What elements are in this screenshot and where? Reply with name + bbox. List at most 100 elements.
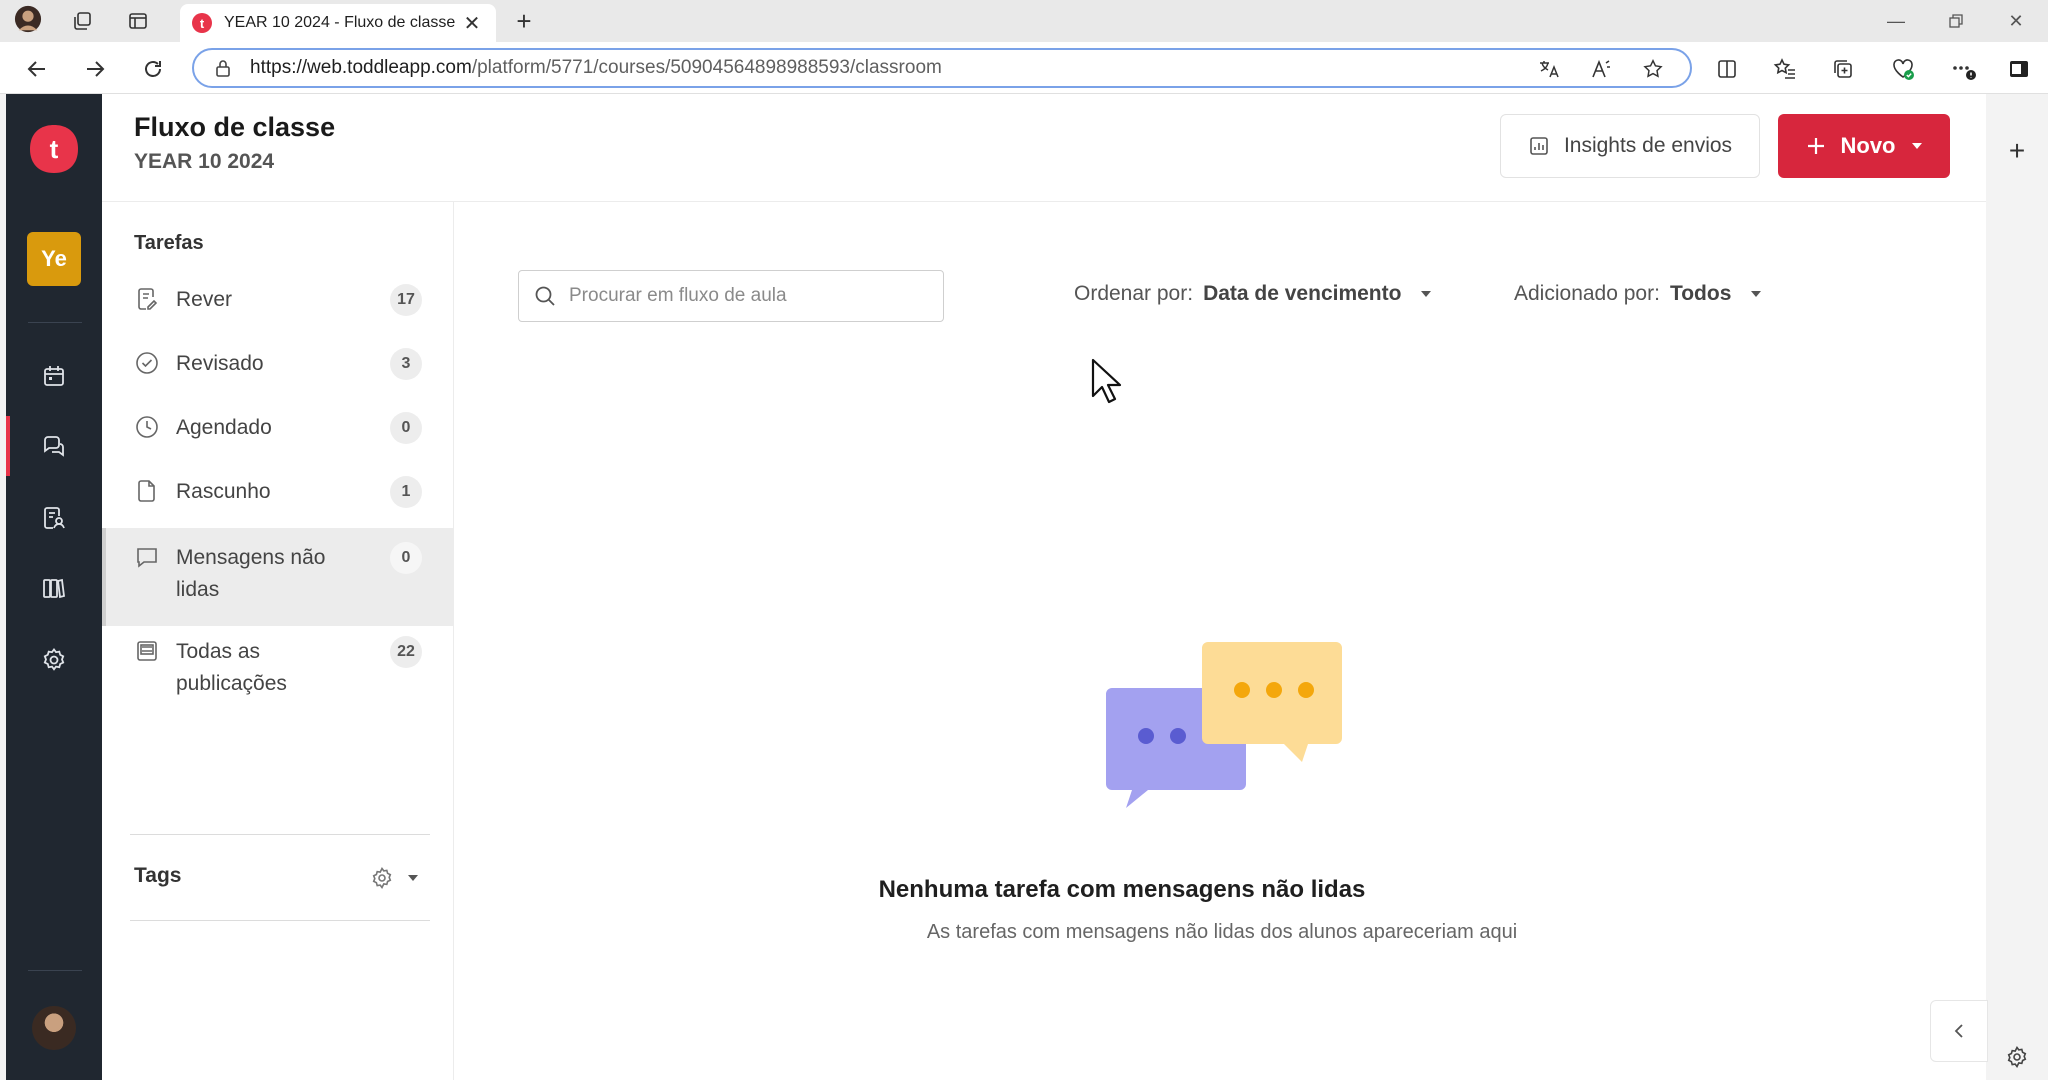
- filter-item-scheduled[interactable]: Agendado 0: [102, 412, 454, 444]
- url-path: /platform/5771/courses/50904564898988593…: [471, 57, 942, 78]
- forward-icon[interactable]: [78, 52, 112, 86]
- sidebar-toggle-icon[interactable]: [2002, 52, 2036, 86]
- plus-icon: [1807, 138, 1824, 154]
- workspaces-icon[interactable]: [68, 8, 96, 34]
- add-sidebar-app-icon[interactable]: +: [2000, 134, 2034, 168]
- url-field[interactable]: https://web.toddleapp.com/platform/5771/…: [192, 48, 1692, 88]
- tags-chevron-down-icon[interactable]: [404, 868, 422, 886]
- review-icon: [138, 288, 158, 310]
- added-by-chevron-down-icon: [1751, 291, 1762, 297]
- search-icon: [535, 286, 555, 306]
- favorite-star-icon[interactable]: [1638, 54, 1668, 84]
- tab-title: YEAR 10 2024 - Fluxo de classe: [224, 14, 456, 31]
- filter-label: Rascunho: [176, 480, 271, 503]
- insights-button[interactable]: Insights de envios: [1500, 114, 1760, 178]
- more-options-icon[interactable]: [1946, 52, 1980, 86]
- settings-gear-icon[interactable]: [36, 642, 72, 678]
- split-screen-icon[interactable]: [1710, 52, 1744, 86]
- sort-value: Data de vencimento: [1203, 282, 1402, 305]
- filter-count: 1: [390, 476, 422, 508]
- added-by-label: Adicionado por:: [1514, 282, 1660, 305]
- empty-state-title: Nenhuma tarefa com mensagens não lidas: [878, 876, 1366, 903]
- new-button[interactable]: Novo: [1778, 114, 1950, 178]
- empty-state-subtitle: As tarefas com mensagens não lidas dos a…: [926, 921, 1518, 943]
- mouse-cursor-icon: [1091, 358, 1122, 404]
- tasks-panel: Tarefas Rever 17 Revisado 3 Agendado 0 R…: [102, 202, 454, 1080]
- read-aloud-icon[interactable]: [1586, 54, 1616, 84]
- rail-divider-bottom: [28, 970, 82, 971]
- page-title: Fluxo de classe: [134, 112, 336, 142]
- search-placeholder: Procurar em fluxo de aula: [569, 285, 787, 306]
- profile-avatar-icon[interactable]: [14, 5, 42, 33]
- collections-icon[interactable]: [1826, 52, 1860, 86]
- filter-item-all-posts[interactable]: Todas as publicações 22: [102, 636, 454, 700]
- filter-label: Revisado: [176, 352, 264, 375]
- sort-dropdown[interactable]: Ordenar por: Data de vencimento: [1074, 282, 1433, 306]
- classroom-stream-icon[interactable]: [36, 428, 72, 464]
- refresh-icon[interactable]: [136, 52, 170, 86]
- filter-item-reviewed[interactable]: Revisado 3: [102, 348, 454, 380]
- new-label: Novo: [1840, 133, 1896, 158]
- browser-essentials-icon[interactable]: [1886, 52, 1920, 86]
- restore-icon[interactable]: [1936, 6, 1976, 36]
- toddle-logo[interactable]: t: [27, 122, 81, 176]
- close-window-icon[interactable]: ✕: [1996, 6, 2036, 36]
- filter-count: 0: [390, 542, 422, 574]
- new-tab-icon[interactable]: +: [510, 6, 538, 36]
- added-by-dropdown[interactable]: Adicionado por: Todos: [1514, 282, 1763, 306]
- class-badge[interactable]: Ye: [27, 232, 81, 286]
- toddle-app: t Ye Fluxo de classe YEAR 10 2024 Insigh…: [6, 94, 1990, 1080]
- calendar-icon[interactable]: [36, 358, 72, 394]
- lock-icon: [216, 60, 230, 77]
- page-header: Fluxo de classe YEAR 10 2024 Insights de…: [102, 94, 1990, 202]
- filter-count: 17: [390, 284, 422, 316]
- rail-divider: [28, 322, 82, 323]
- filter-count: 0: [390, 412, 422, 444]
- favorites-icon[interactable]: [1768, 52, 1802, 86]
- tags-settings-icon[interactable]: [370, 866, 394, 890]
- vertical-tabs-icon[interactable]: [124, 8, 152, 34]
- sort-label: Ordenar por:: [1074, 282, 1194, 305]
- page-subtitle: YEAR 10 2024: [134, 150, 275, 173]
- search-input[interactable]: Procurar em fluxo de aula: [518, 270, 944, 322]
- filter-label: Mensagens não lidas: [176, 546, 326, 601]
- document-icon: [138, 480, 155, 502]
- panel-divider: [130, 834, 430, 835]
- filter-label: Rever: [176, 288, 233, 311]
- user-avatar[interactable]: [32, 1006, 76, 1050]
- collapse-panel-button[interactable]: [1930, 1000, 1988, 1062]
- check-circle-icon: [136, 352, 158, 374]
- translate-icon[interactable]: [1534, 54, 1564, 84]
- url-host: https://web.toddleapp.com: [250, 57, 472, 78]
- tags-label: Tags: [134, 864, 182, 887]
- chevron-left-icon: [1954, 1024, 1963, 1038]
- rail-active-indicator: [6, 416, 10, 476]
- sort-chevron-down-icon: [1421, 291, 1432, 297]
- student-records-icon[interactable]: [36, 500, 72, 536]
- empty-chat-illustration: [1106, 642, 1342, 808]
- browser-tab-active[interactable]: t YEAR 10 2024 - Fluxo de classe ✕: [180, 4, 496, 42]
- sidebar-settings-icon[interactable]: [2000, 1040, 2034, 1074]
- filter-item-draft[interactable]: Rascunho 1: [102, 476, 454, 508]
- tasks-heading: Tarefas: [134, 232, 204, 254]
- browser-tab-strip: t YEAR 10 2024 - Fluxo de classe ✕ + — ✕: [0, 0, 2048, 42]
- back-icon[interactable]: [20, 52, 54, 86]
- address-bar-row: https://web.toddleapp.com/platform/5771/…: [0, 42, 2048, 94]
- message-icon: [137, 548, 157, 568]
- posts-icon: [137, 641, 157, 661]
- library-icon[interactable]: [36, 570, 72, 606]
- filter-item-review[interactable]: Rever 17: [102, 284, 454, 316]
- close-tab-icon[interactable]: ✕: [460, 11, 484, 36]
- app-rail: t Ye: [6, 94, 102, 1080]
- filter-count: 3: [390, 348, 422, 380]
- filter-count: 22: [390, 636, 422, 668]
- insights-label: Insights de envios: [1563, 134, 1733, 157]
- toddle-favicon-icon: t: [192, 13, 212, 33]
- added-by-value: Todos: [1669, 282, 1732, 305]
- panel-divider: [130, 920, 430, 921]
- minimize-icon[interactable]: —: [1876, 6, 1916, 36]
- browser-side-panel: +: [1986, 94, 2048, 1080]
- stream-content: Procurar em fluxo de aula Ordenar por: D…: [454, 202, 1990, 1080]
- filter-item-unread-messages[interactable]: Mensagens não lidas 0: [102, 528, 454, 626]
- logo-letter: t: [49, 133, 59, 164]
